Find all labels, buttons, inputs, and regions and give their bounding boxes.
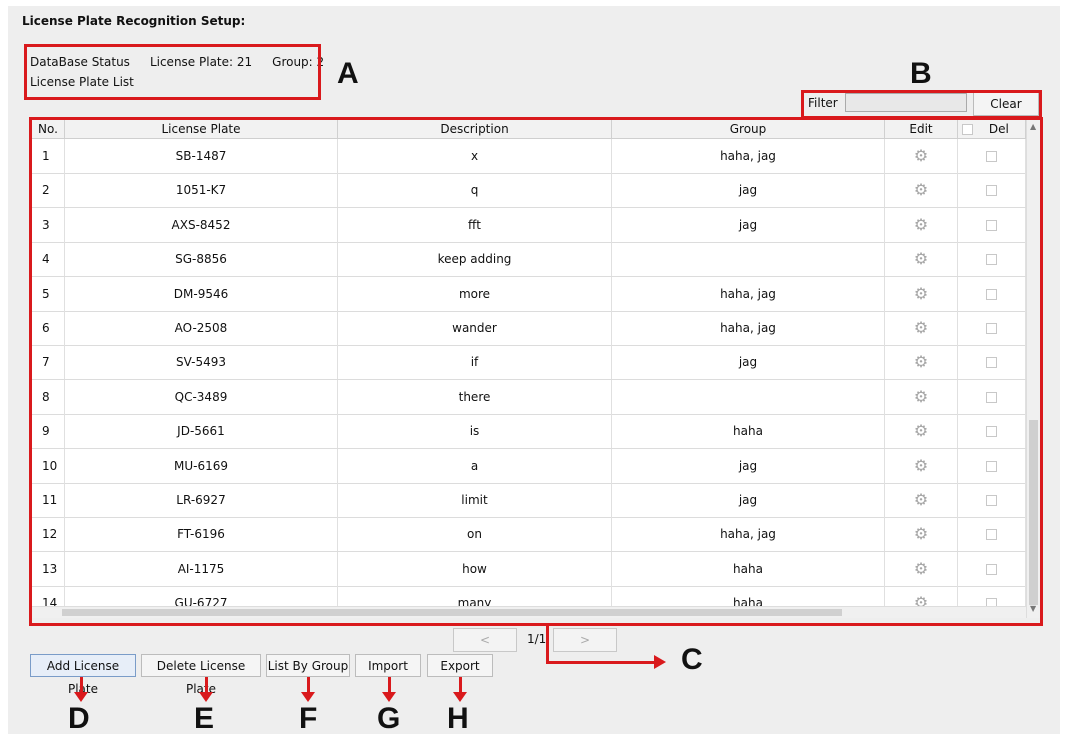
callout-c-line-vertical	[546, 624, 549, 664]
callout-label-a: A	[337, 57, 359, 90]
callout-g-arrow-icon	[382, 692, 396, 702]
add-license-plate-button[interactable]: Add License Plate	[30, 654, 136, 696]
callout-label-g: G	[377, 702, 401, 735]
callout-box-a	[24, 44, 321, 100]
callout-f-arrow-icon	[301, 692, 315, 702]
callout-label-b: B	[910, 57, 932, 90]
page-indicator: 1/1	[527, 632, 547, 646]
callout-h-arrow-icon	[453, 692, 467, 702]
callout-f-line	[307, 677, 310, 693]
callout-d-arrow-icon	[74, 692, 88, 702]
callout-d-line	[80, 677, 83, 693]
callout-c-line-horizontal	[546, 661, 656, 664]
callout-e-line	[205, 677, 208, 693]
callout-label-d: D	[68, 702, 90, 735]
callout-box-b	[801, 90, 1042, 119]
callout-label-h: H	[447, 702, 469, 735]
callout-label-f: F	[299, 702, 318, 735]
import-button[interactable]: Import	[355, 654, 421, 677]
callout-h-line	[459, 677, 462, 693]
prev-page-button[interactable]: <	[453, 628, 517, 652]
list-by-group-button[interactable]: List By Group	[266, 654, 350, 677]
next-page-button[interactable]: >	[553, 628, 617, 652]
page-title: License Plate Recognition Setup:	[22, 14, 246, 28]
callout-box-c	[29, 117, 1043, 626]
delete-license-plate-button[interactable]: Delete License Plate	[141, 654, 261, 696]
callout-label-c: C	[681, 643, 703, 676]
callout-e-arrow-icon	[199, 692, 213, 702]
callout-g-line	[388, 677, 391, 693]
export-button[interactable]: Export	[427, 654, 493, 677]
callout-c-arrow-icon	[654, 655, 666, 669]
callout-label-e: E	[194, 702, 215, 735]
